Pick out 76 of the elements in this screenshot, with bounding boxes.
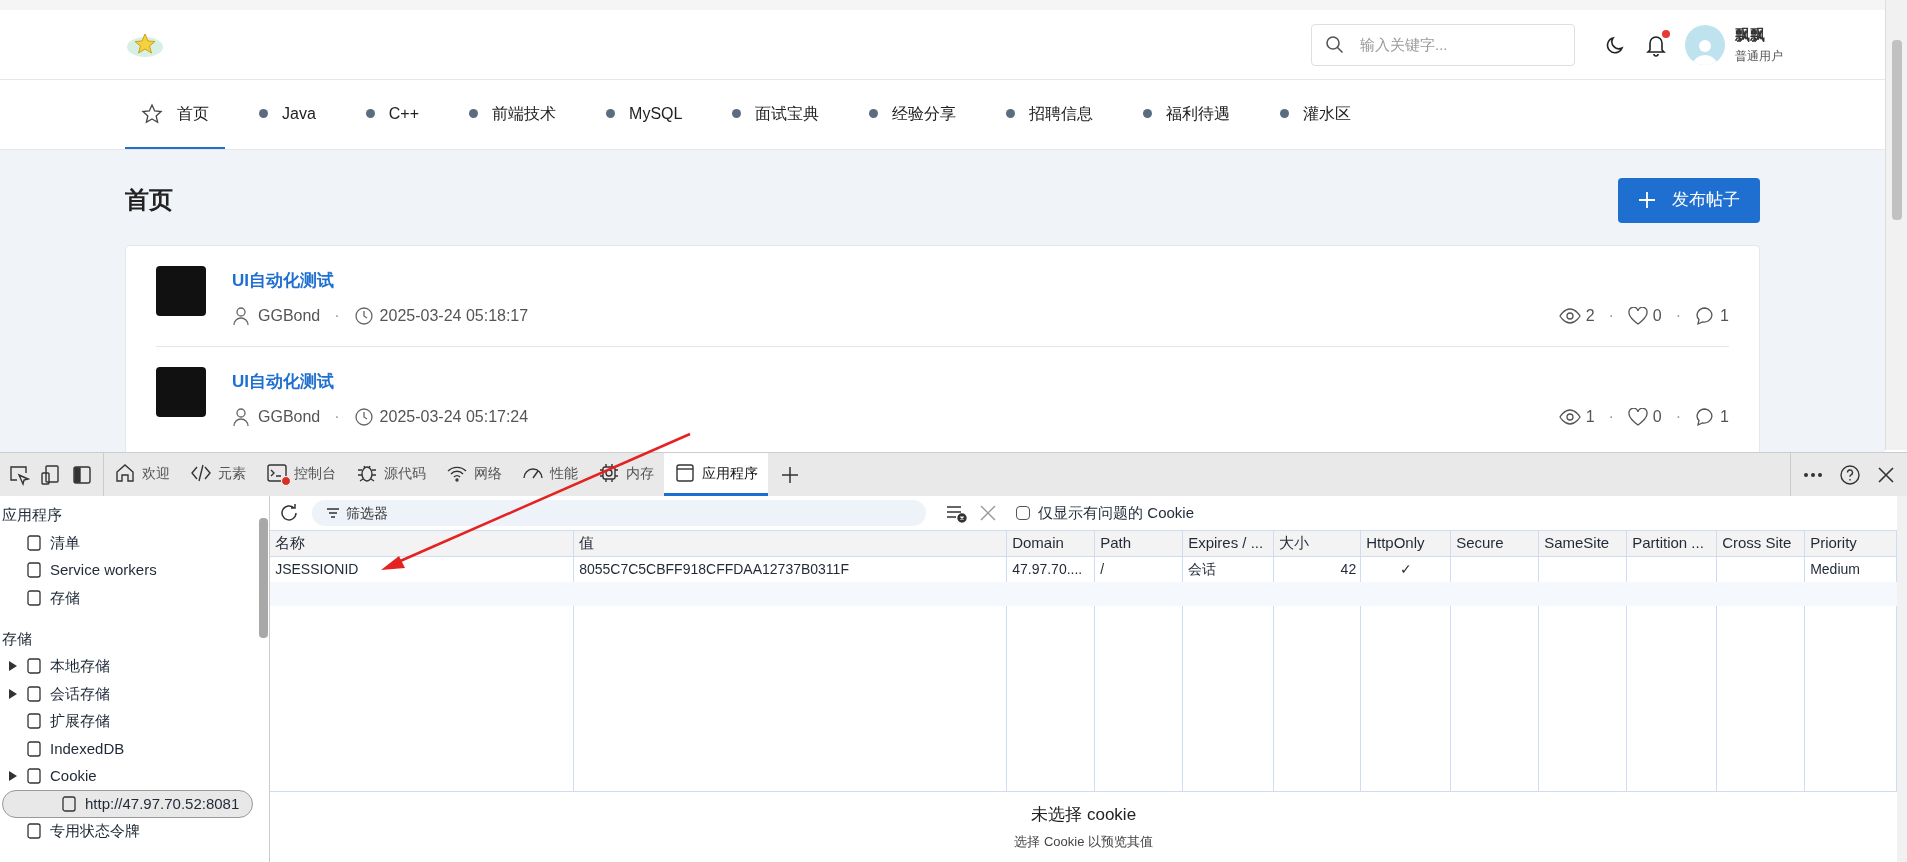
nav-tab[interactable]: MySQL: [590, 80, 699, 149]
separator-dot: ·: [1675, 305, 1682, 326]
post-title[interactable]: UI自动化测试: [232, 268, 1729, 294]
devtools-tab[interactable]: 网络: [436, 453, 512, 496]
devtools-tab[interactable]: 控制台: [256, 453, 346, 496]
nav-tab[interactable]: 招聘信息: [990, 80, 1110, 149]
column-header[interactable]: HttpOnly: [1361, 531, 1452, 556]
sidebar-item[interactable]: IndexedDB: [0, 735, 258, 763]
column-header[interactable]: Secure: [1451, 531, 1540, 556]
sidebar-item[interactable]: 本地存储: [0, 652, 258, 680]
filter-field[interactable]: 筛选器: [312, 500, 927, 526]
devtools-tab[interactable]: 欢迎: [104, 453, 180, 496]
table-cell-text: 8055C7C5CBFF918CFFDAA12737B0311F: [579, 560, 849, 579]
column-header[interactable]: Domain: [1007, 531, 1096, 556]
nav-tab[interactable]: 前端技术: [453, 80, 573, 149]
column-header[interactable]: 值: [574, 531, 1008, 556]
checkbox-label: 仅显示有问题的 Cookie: [1038, 502, 1195, 523]
post-author: GGBond: [258, 406, 321, 427]
column-header[interactable]: Expires / ...: [1183, 531, 1275, 556]
sidebar-item[interactable]: Service workers: [0, 556, 258, 584]
comment-count: 1: [1720, 305, 1729, 326]
nav-tab[interactable]: Java: [243, 80, 332, 149]
sidebar-item[interactable]: Cookie: [0, 762, 258, 790]
nav-tab[interactable]: 面试宝典: [716, 80, 836, 149]
devtools-tab[interactable]: 性能: [512, 453, 588, 496]
view-count: 2: [1585, 305, 1595, 326]
preview-title: 未选择 cookie: [1031, 804, 1137, 826]
user-name: 飘飘: [1735, 25, 1766, 46]
sidebar-item[interactable]: 扩展存储: [0, 707, 258, 735]
table-cell-text: 会话: [1188, 560, 1217, 579]
nav-tab[interactable]: 福利待遇: [1127, 80, 1247, 149]
table-cell-text: JSESSIONID: [275, 560, 359, 579]
like-count: 0: [1652, 305, 1662, 326]
table-cell-text: Medium: [1810, 560, 1860, 579]
separator-dot: ·: [1608, 406, 1614, 427]
column-header[interactable]: Partition ...: [1627, 531, 1718, 556]
devtools-tab[interactable]: 元素: [180, 453, 256, 496]
table-cell-text: ✓: [1400, 560, 1413, 579]
devtools-tab[interactable]: 内存: [588, 453, 664, 496]
sidebar-section-title: 存储: [1, 628, 33, 649]
nav-tab[interactable]: C++: [349, 80, 436, 149]
column-header[interactable]: SameSite: [1539, 531, 1628, 556]
sidebar-item[interactable]: 存储: [0, 584, 258, 612]
separator-dot: ·: [1608, 305, 1614, 326]
comment-count: 1: [1720, 406, 1729, 427]
table-cell-text: 47.97.70....: [1012, 560, 1083, 579]
sidebar-item[interactable]: 会话存储: [0, 680, 258, 708]
nav-tab[interactable]: 经验分享: [853, 80, 973, 149]
sidebar-section-title: 应用程序: [1, 505, 63, 526]
devtools-tab[interactable]: 源代码: [346, 453, 436, 496]
column-header[interactable]: 大小: [1274, 531, 1362, 556]
post-title[interactable]: UI自动化测试: [232, 369, 1729, 395]
nav-tab[interactable]: 灌水区: [1264, 80, 1368, 149]
search-field[interactable]: 输入关键字...: [1311, 23, 1575, 66]
separator-dot: ·: [334, 305, 340, 326]
view-count: 1: [1585, 406, 1595, 427]
page-title: 首页: [125, 185, 173, 215]
sidebar-item[interactable]: 清单: [0, 529, 258, 557]
post-author: GGBond: [258, 305, 321, 326]
column-header[interactable]: 名称: [270, 531, 575, 556]
like-count: 0: [1652, 406, 1662, 427]
post-time: 2025-03-24 05:17:24: [379, 406, 529, 427]
table-cell-text: /: [1100, 560, 1105, 579]
sidebar-item[interactable]: http://47.97.70.52:8081: [2, 790, 254, 818]
separator-dot: ·: [334, 406, 340, 427]
column-header[interactable]: Cross Site: [1717, 531, 1806, 556]
table-row[interactable]: JSESSIONID 8055C7C5CBFF918CFFDAA12737B0311F 47.97.70.... / 会话 42 ✓ Medium: [270, 557, 1898, 582]
publish-button[interactable]: 发布帖子: [1618, 177, 1760, 223]
post-time: 2025-03-24 05:18:17: [379, 305, 529, 326]
sidebar-item[interactable]: 专用状态令牌: [0, 817, 258, 845]
table-cell-text: 42: [1340, 560, 1357, 579]
separator-dot: ·: [1675, 406, 1682, 427]
preview-hint: 选择 Cookie 以预览其值: [1014, 832, 1153, 851]
devtools-tab[interactable]: 应用程序: [664, 453, 768, 496]
column-header[interactable]: Path: [1095, 531, 1184, 556]
user-role: 普通用户: [1735, 47, 1784, 65]
